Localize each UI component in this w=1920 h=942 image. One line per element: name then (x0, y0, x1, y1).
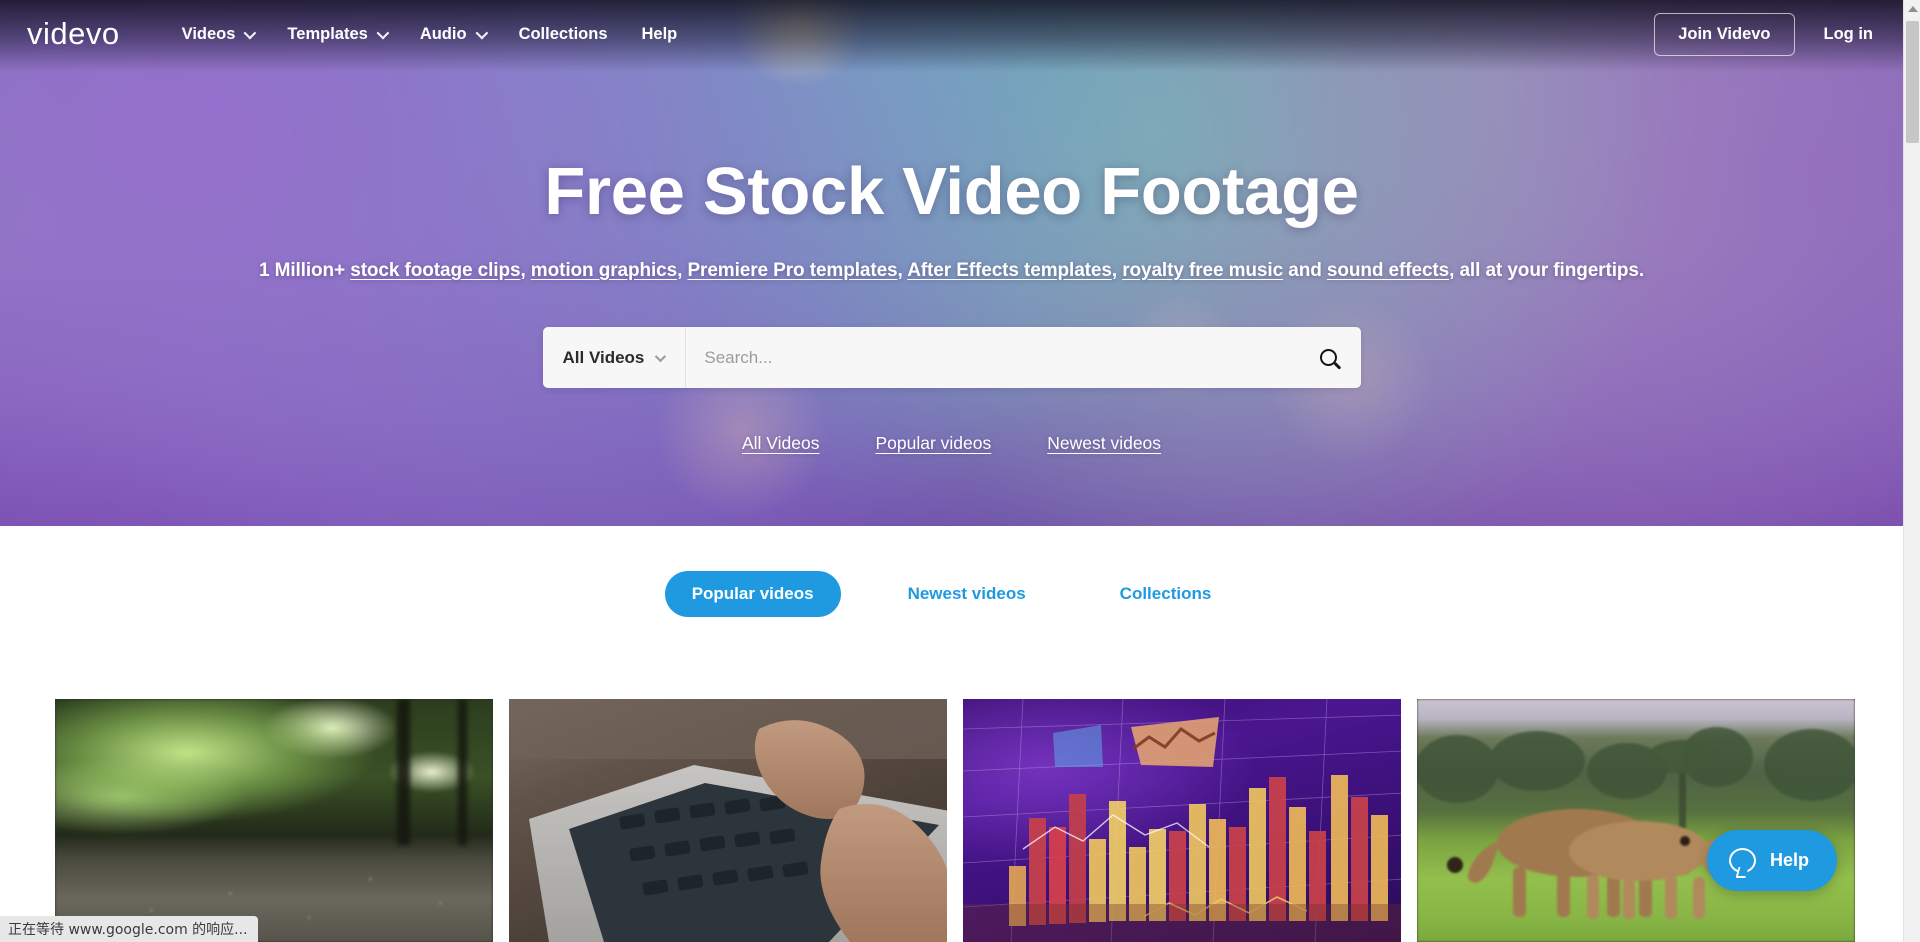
page-viewport: videvo Videos Templates Audio Collection… (0, 0, 1903, 942)
thumbnail-image-laptop-typing (509, 699, 947, 942)
hero-subtitle: 1 Million+ stock footage clips, motion g… (259, 260, 1644, 282)
search-category-label: All Videos (562, 347, 645, 367)
hero-subtitle-prefix: 1 Million+ (258, 260, 351, 281)
video-thumbnail-card[interactable] (963, 699, 1401, 942)
hero-subtitle-sep: , (677, 260, 688, 281)
video-thumbnail-grid (55, 699, 1855, 942)
hero-content: Free Stock Video Footage 1 Million+ stoc… (0, 0, 1903, 526)
login-link[interactable]: Log in (1824, 25, 1873, 44)
page-scrollbar[interactable] (1903, 0, 1920, 942)
hero-link-motion-graphics[interactable]: motion graphics (531, 260, 677, 281)
hero-quicklink-all-videos[interactable]: All Videos (742, 433, 820, 454)
nav-item-label: Videos (181, 24, 236, 43)
hero-quicklink-popular-videos[interactable]: Popular videos (875, 433, 991, 454)
hero-subtitle-sep: , (1111, 260, 1123, 281)
search-input[interactable] (686, 327, 1297, 388)
search-button[interactable] (1297, 327, 1361, 388)
hero-subtitle-joiner: and (1283, 260, 1327, 281)
nav-item-templates[interactable]: Templates (287, 24, 390, 44)
tab-collections[interactable]: Collections (1093, 571, 1239, 617)
hero-link-premiere-pro-templates[interactable]: Premiere Pro templates (687, 260, 897, 281)
brand-logo[interactable]: videvo (27, 0, 120, 68)
nav-item-collections[interactable]: Collections (519, 25, 608, 44)
browser-status-bar: 正在等待 www.google.com 的响应... (0, 916, 258, 942)
search-category-dropdown[interactable]: All Videos (543, 327, 687, 388)
hero-quicklink-newest-videos[interactable]: Newest videos (1047, 433, 1161, 454)
search-bar: All Videos (542, 327, 1361, 388)
hero-subtitle-sep: , (897, 260, 908, 281)
nav-item-label: Templates (287, 24, 368, 43)
nav-account-actions: Join Videvo Log in (1654, 12, 1873, 56)
nav-item-videos[interactable]: Videos (181, 24, 257, 44)
chevron-down-icon (243, 26, 257, 39)
nav-item-audio[interactable]: Audio (419, 24, 488, 44)
nav-item-label: Audio (419, 24, 467, 43)
main-navbar: videvo Videos Templates Audio Collection… (0, 0, 1903, 68)
thumbnail-image-lions-savanna (1417, 699, 1855, 942)
brand-logo-text: videvo (27, 15, 120, 51)
nav-item-label: Help (641, 24, 678, 43)
video-thumbnail-card[interactable] (55, 699, 493, 942)
hero-link-sound-effects[interactable]: sound effects (1327, 260, 1449, 281)
tab-newest-videos[interactable]: Newest videos (881, 571, 1053, 617)
nav-item-help[interactable]: Help (642, 25, 678, 44)
chevron-down-icon (655, 350, 667, 362)
video-thumbnail-card[interactable] (1417, 699, 1855, 942)
tab-popular-videos[interactable]: Popular videos (664, 571, 841, 617)
chat-bubble-icon (1728, 848, 1756, 873)
thumbnail-image-forest-rain (55, 699, 493, 942)
join-videvo-button[interactable]: Join Videvo (1654, 12, 1795, 56)
thumbnail-image-data-chart (963, 699, 1401, 942)
scroll-up-arrow-icon (1907, 5, 1918, 12)
hero-link-after-effects-templates[interactable]: After Effects templates (907, 260, 1112, 281)
scrollbar-thumb[interactable] (1906, 21, 1919, 143)
content-tabs: Popular videos Newest videos Collections (0, 526, 1903, 662)
hero-subtitle-suffix: , all at your fingertips. (1449, 260, 1645, 281)
hero-link-stock-footage-clips[interactable]: stock footage clips (350, 260, 520, 281)
nav-item-label: Collections (518, 24, 608, 43)
scrollbar-up-button[interactable] (1904, 0, 1920, 17)
help-chat-button[interactable]: Help (1706, 830, 1837, 891)
page-title: Free Stock Video Footage (544, 154, 1359, 229)
hero-quick-links: All Videos Popular videos Newest videos (742, 433, 1161, 454)
hero-link-royalty-free-music[interactable]: royalty free music (1122, 260, 1283, 281)
video-thumbnail-card[interactable] (509, 699, 947, 942)
browser-page: videvo Videos Templates Audio Collection… (0, 0, 1920, 942)
nav-links: Videos Templates Audio Collections Help (182, 0, 712, 68)
chevron-down-icon (376, 26, 390, 39)
help-button-label: Help (1769, 850, 1809, 870)
search-icon (1320, 349, 1337, 366)
chevron-down-icon (475, 26, 488, 39)
hero-subtitle-sep: , (520, 260, 531, 281)
